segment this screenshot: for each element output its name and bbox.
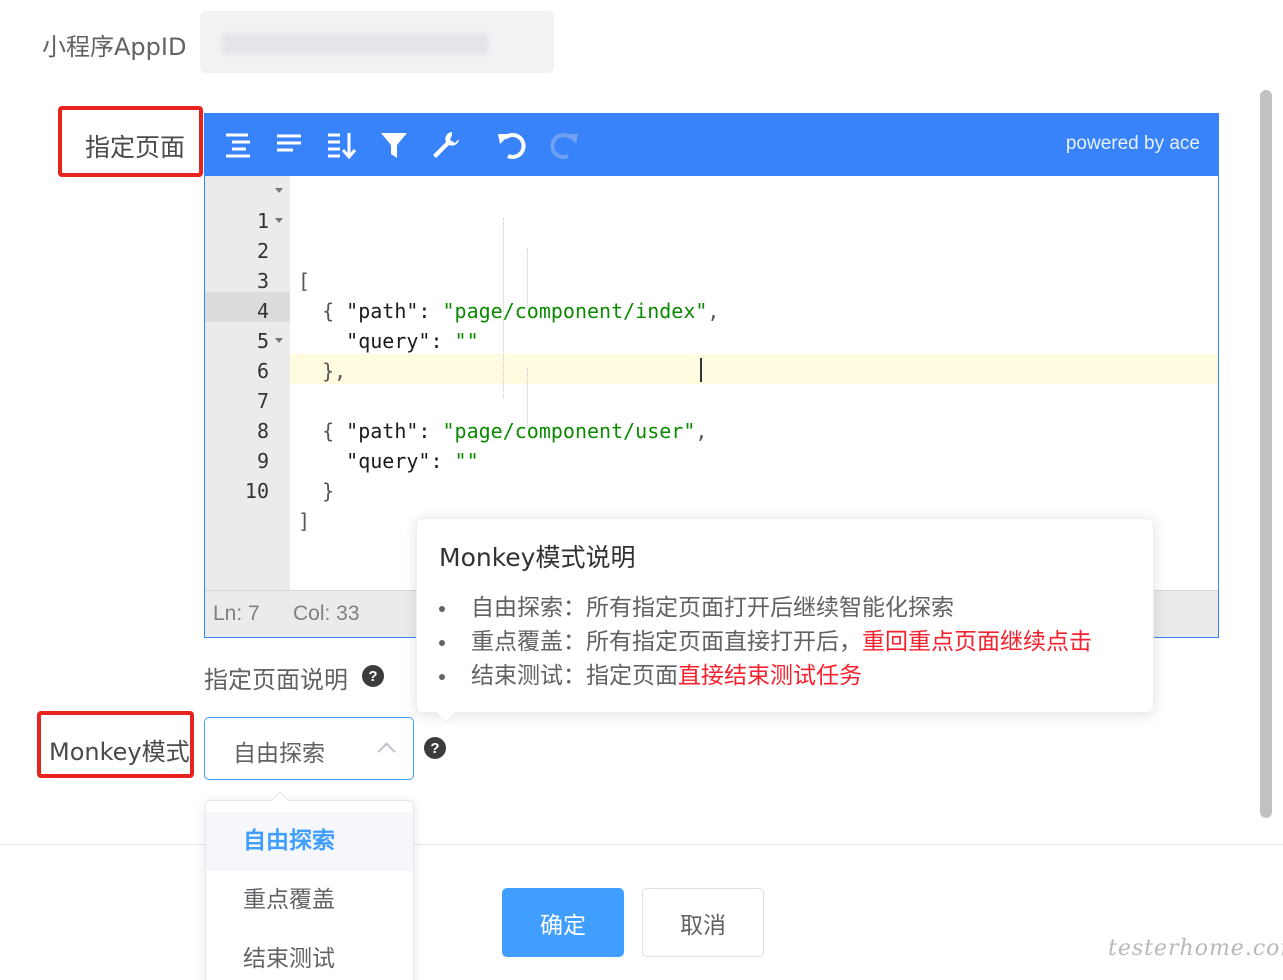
cancel-button[interactable]: 取消	[642, 888, 764, 957]
code-line: 2 {	[205, 206, 1218, 323]
filter-icon[interactable]	[375, 126, 413, 164]
monkey-mode-label: Monkey模式	[49, 738, 190, 766]
status-line: Ln: 7	[213, 602, 260, 625]
appid-blurred-value	[222, 33, 488, 55]
undo-icon[interactable]	[493, 126, 531, 164]
popover-item-text: 自由探索：所有指定页面打开后继续智能化探索	[471, 595, 954, 621]
popover-list: 自由探索：所有指定页面打开后继续智能化探索 重点覆盖：所有指定页面直接打开后，重…	[439, 591, 1092, 693]
popover-item-text: 结束测试：指定页面	[471, 663, 678, 689]
editor-toolbar: powered by ace	[205, 114, 1218, 176]
help-icon[interactable]: ?	[424, 737, 446, 759]
status-column: Col: 33	[293, 602, 360, 625]
appid-input[interactable]	[200, 11, 554, 73]
format-icon[interactable]	[219, 126, 257, 164]
fold-arrow-icon[interactable]	[275, 338, 283, 343]
compact-icon[interactable]	[270, 126, 308, 164]
dropdown-option-focus[interactable]: 重点覆盖	[206, 871, 413, 930]
code-line: 10 ]	[205, 446, 1218, 533]
dropdown-caret	[271, 791, 289, 809]
fold-arrow-icon[interactable]	[275, 188, 283, 193]
page-desc-label: 指定页面说明	[204, 666, 348, 694]
popover-item-text: 重点覆盖：所有指定页面直接打开后，	[471, 629, 862, 655]
code-line: 6 {	[205, 326, 1218, 443]
popover-item: 结束测试：指定页面直接结束测试任务	[439, 659, 1092, 693]
footer-divider	[0, 844, 1283, 845]
code-line: 4 "query": ""	[205, 266, 1218, 353]
page-label: 指定页面	[85, 133, 186, 162]
text-cursor	[700, 358, 702, 382]
popover-item: 重点覆盖：所有指定页面直接打开后，重回重点页面继续点击	[439, 625, 1092, 659]
popover-title: Monkey模式说明	[439, 543, 636, 572]
monkey-mode-select[interactable]: 自由探索	[204, 717, 414, 780]
repair-icon[interactable]	[427, 126, 465, 164]
code-line: 8 "query": ""	[205, 386, 1218, 473]
popover-item-highlight: 重回重点页面继续点击	[862, 629, 1092, 655]
code-line: 3 "path": "page/component/index",	[205, 236, 1218, 323]
code-line: 7 "path": "page/component/user",	[205, 356, 1218, 443]
code-text: ]	[298, 509, 311, 533]
popover-item: 自由探索：所有指定页面打开后继续智能化探索	[439, 591, 1092, 625]
select-value: 自由探索	[233, 741, 325, 767]
redo-icon[interactable]	[545, 126, 583, 164]
monkey-mode-popover: Monkey模式说明 自由探索：所有指定页面打开后继续智能化探索 重点覆盖：所有…	[416, 518, 1154, 723]
powered-by-ace: powered by ace	[1065, 133, 1200, 154]
dropdown-option-end[interactable]: 结束测试	[206, 930, 413, 980]
monkey-mode-dropdown: 自由探索 重点覆盖 结束测试	[205, 791, 414, 980]
fold-arrow-icon[interactable]	[275, 218, 283, 223]
confirm-button[interactable]: 确定	[502, 888, 624, 957]
code-line: 5 },	[205, 296, 1218, 383]
code-line: 1 [	[205, 176, 1218, 293]
watermark: testerhome.com	[1108, 936, 1283, 961]
code-text: }	[298, 479, 335, 503]
help-icon[interactable]: ?	[362, 665, 384, 687]
popover-item-highlight: 直接结束测试任务	[678, 663, 862, 689]
chevron-up-icon	[377, 742, 396, 761]
popover-caret	[436, 703, 456, 723]
appid-label: 小程序AppID	[42, 33, 187, 61]
code-line: 9 }	[205, 416, 1218, 503]
dropdown-option-free[interactable]: 自由探索	[206, 812, 413, 871]
sort-icon[interactable]	[322, 126, 360, 164]
line-number: 10	[244, 479, 269, 503]
page-scrollbar[interactable]	[1260, 90, 1272, 818]
